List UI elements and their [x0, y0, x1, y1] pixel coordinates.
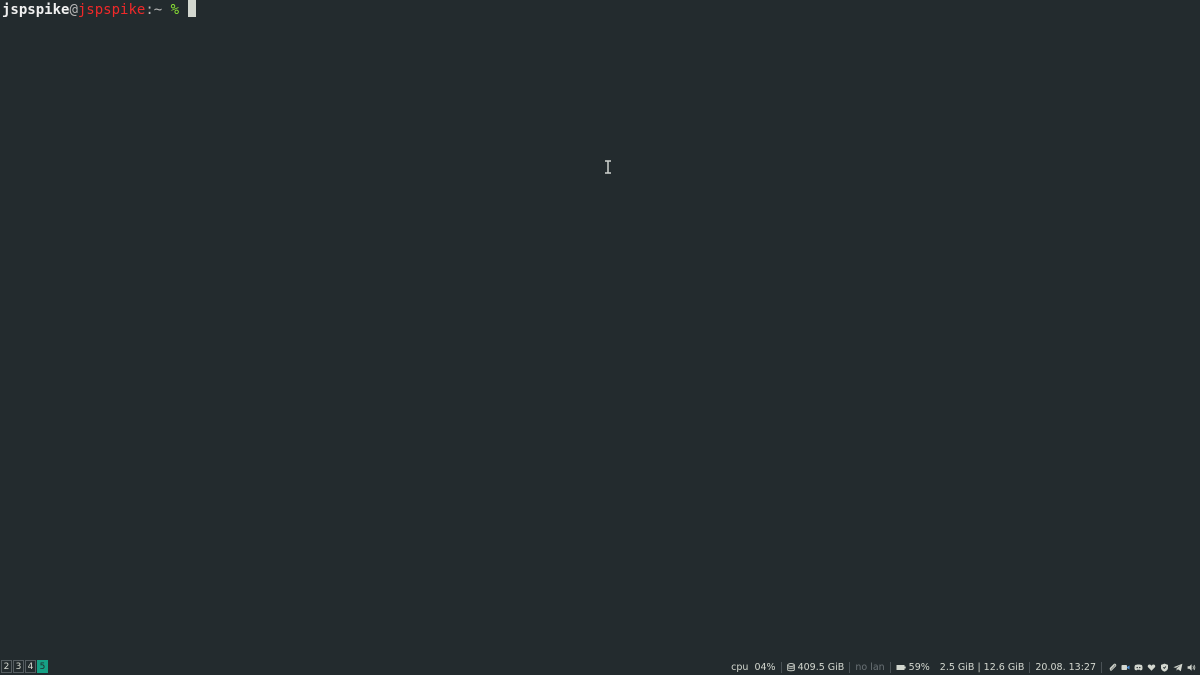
- workspace-4[interactable]: 4: [25, 660, 36, 673]
- prompt-path: :~: [145, 2, 171, 18]
- datetime-value: 20.08. 13:27: [1035, 661, 1096, 673]
- status-bar: 2 3 4 5 cpu 04% 409.5 GiB no lan 59% 2.5…: [0, 659, 1200, 675]
- shield-icon[interactable]: [1160, 663, 1169, 672]
- datetime-module: 20.08. 13:27: [1030, 661, 1101, 673]
- battery-value: 59%: [908, 661, 930, 673]
- prompt-line: jspspike@jspspike:~ %: [2, 0, 197, 20]
- cpu-value: 04%: [754, 661, 776, 673]
- lan-value: no lan: [855, 661, 885, 673]
- lan-module: no lan: [850, 661, 889, 673]
- workspace-3[interactable]: 3: [13, 660, 24, 673]
- workspace-5-active[interactable]: 5: [37, 660, 48, 673]
- battery-module: 59%: [891, 661, 935, 673]
- heart-icon[interactable]: [1147, 663, 1156, 672]
- workspace-2[interactable]: 2: [1, 660, 12, 673]
- prompt-host: jspspike: [77, 2, 146, 18]
- volume-icon[interactable]: [1187, 663, 1196, 672]
- memory-value: 2.5 GiB | 12.6 GiB: [939, 661, 1025, 673]
- cpu-label: cpu: [731, 661, 749, 673]
- prompt-user: jspspike: [2, 2, 70, 18]
- workspace-switcher: 2 3 4 5: [1, 660, 48, 673]
- disk-module: 409.5 GiB: [782, 661, 850, 673]
- disk-value: 409.5 GiB: [797, 661, 845, 673]
- terminal-window[interactable]: jspspike@jspspike:~ %: [0, 0, 1200, 659]
- text-cursor: [188, 0, 197, 17]
- prompt-at: @: [69, 2, 78, 18]
- cpu-module: cpu 04%: [726, 661, 780, 673]
- paperclip-icon[interactable]: [1108, 663, 1117, 672]
- system-tray: [1102, 663, 1196, 672]
- status-modules: cpu 04% 409.5 GiB no lan 59% 2.5 GiB | 1…: [726, 659, 1196, 675]
- battery-icon: [896, 664, 906, 670]
- camera-icon[interactable]: [1121, 663, 1130, 672]
- telegram-icon[interactable]: [1173, 663, 1183, 672]
- disk-icon: [786, 662, 795, 671]
- prompt-symbol: %: [170, 2, 180, 18]
- memory-module: 2.5 GiB | 12.6 GiB: [935, 661, 1030, 673]
- discord-icon[interactable]: [1134, 663, 1143, 672]
- mouse-ibeam-cursor-icon: [605, 160, 611, 174]
